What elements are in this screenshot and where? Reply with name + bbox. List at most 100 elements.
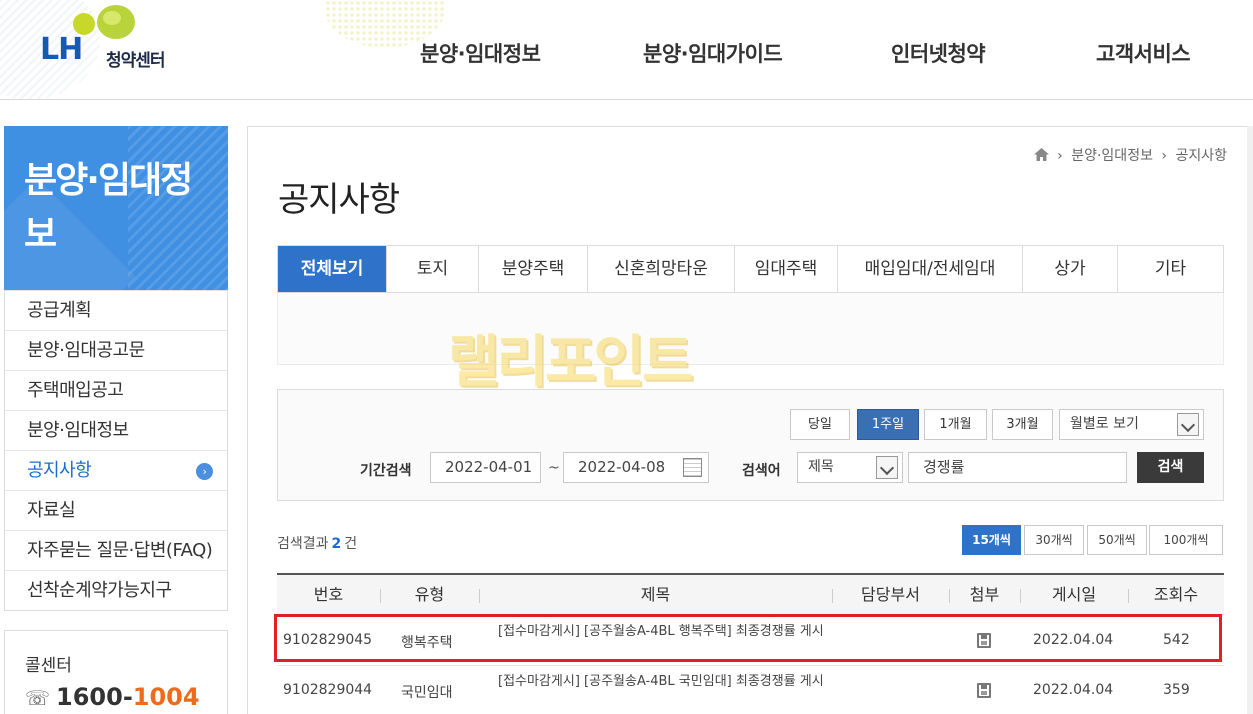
breadcrumb-item[interactable]: 분양·임대정보	[1071, 148, 1153, 164]
sidebar-item-label: 주택매입공고	[27, 380, 124, 401]
period-3month-button[interactable]: 3개월	[992, 409, 1053, 440]
main-content: › 분양·임대정보 › 공지사항 공지사항 전체보기 토지 분양주택 신혼희망타…	[247, 126, 1253, 714]
tab-commercial[interactable]: 상가	[1023, 246, 1118, 292]
chevron-down-icon	[1177, 413, 1199, 436]
tab-land[interactable]: 토지	[387, 246, 479, 292]
row-type: 행복주택	[401, 635, 453, 651]
row-date: 2022.04.04	[1033, 682, 1114, 698]
per-page-30-button[interactable]: 30개씩	[1024, 525, 1084, 555]
result-label: 검색결과	[277, 536, 329, 552]
row-no: 9102829044	[283, 682, 373, 698]
sidebar-item-label: 공급계획	[27, 300, 92, 321]
watermark-text: 랠리포인트	[448, 330, 694, 395]
sidebar-item-label: 선착순계약가능지구	[27, 580, 172, 601]
sidebar-item-first-come[interactable]: 선착순계약가능지구	[5, 570, 227, 610]
row-views: 359	[1163, 682, 1190, 698]
nav-customer-service[interactable]: 고객서비스	[1096, 38, 1191, 68]
period-1month-button[interactable]: 1개월	[924, 409, 987, 440]
nav-internet-subscription[interactable]: 인터넷청약	[891, 38, 986, 68]
calendar-icon[interactable]	[683, 458, 702, 477]
table-row[interactable]: 9102829045 행복주택 [접수마감게시] [공주월송A-4BL 행복주택…	[277, 616, 1224, 666]
tab-panel	[277, 293, 1224, 365]
row-title-link[interactable]: [접수마감게시] [공주월송A-4BL 행복주택] 최종경쟁률 게시	[498, 624, 828, 640]
tab-all[interactable]: 전체보기	[278, 246, 387, 292]
col-date: 게시일	[1051, 585, 1097, 604]
sidebar-item-faq[interactable]: 자주묻는 질문·답변(FAQ)	[5, 530, 227, 570]
col-type: 유형	[414, 585, 445, 604]
sidebar-item-notices[interactable]: 공지사항 ›	[5, 450, 227, 490]
date-separator: ~	[548, 460, 560, 476]
breadcrumb-sep: ›	[1057, 148, 1063, 164]
sidebar-title: 분양·임대정보	[24, 160, 193, 255]
per-page-100-button[interactable]: 100개씩	[1149, 525, 1223, 555]
call-center-title: 콜센터	[25, 656, 72, 676]
row-no: 9102829045	[283, 632, 373, 648]
logo-lh-text: LH	[40, 32, 83, 67]
site-header: LH 청약센터 분양·임대정보 분양·임대가이드 인터넷청약 고객서비스	[0, 0, 1253, 100]
sidebar-item-label: 분양·임대정보	[27, 420, 129, 441]
sidebar-item-library[interactable]: 자료실	[5, 490, 227, 530]
period-1week-button[interactable]: 1주일	[857, 409, 919, 440]
period-today-button[interactable]: 당일	[790, 409, 850, 440]
month-view-select[interactable]: 월별로 보기	[1059, 409, 1204, 440]
col-attach: 첨부	[969, 585, 1000, 604]
per-page-15-button[interactable]: 15개씩	[962, 525, 1021, 555]
sidebar-menu: 공급계획 분양·임대공고문 주택매입공고 분양·임대정보 공지사항 › 자료실 자…	[4, 290, 228, 611]
call-center-box: 콜센터 ☏ 1600-1004	[4, 630, 228, 714]
search-button[interactable]: 검색	[1137, 452, 1204, 483]
sidebar-item-label: 공지사항	[27, 460, 92, 481]
tab-newlywed-town[interactable]: 신혼희망타운	[588, 246, 735, 292]
nav-sale-rent-guide[interactable]: 분양·임대가이드	[643, 38, 783, 68]
sidebar-item-label: 분양·임대공고문	[27, 340, 145, 361]
keyword-input[interactable]: 경쟁률	[908, 452, 1127, 483]
call-number-prefix: 1600-	[56, 683, 133, 711]
phone-icon: ☏	[25, 686, 51, 710]
keyword-label: 검색어	[742, 463, 781, 479]
sidebar-item-label: 자료실	[27, 500, 76, 521]
chevron-down-icon	[876, 456, 898, 479]
home-icon[interactable]	[1033, 148, 1049, 161]
table-row[interactable]: 9102829044 국민임대 [접수마감게시] [공주월송A-4BL 국민임대…	[277, 666, 1224, 714]
file-attachment-icon[interactable]	[977, 683, 991, 698]
page-edge	[1247, 126, 1253, 714]
sidebar-item-announcements[interactable]: 분양·임대공고문	[5, 330, 227, 370]
site-logo[interactable]: LH 청약센터	[40, 2, 190, 72]
keyword-type-value: 제목	[808, 459, 834, 475]
col-views: 조회수	[1153, 585, 1199, 604]
tab-rental-house[interactable]: 임대주택	[735, 246, 838, 292]
result-number: 2	[331, 536, 342, 552]
sidebar-item-sale-rent-info[interactable]: 분양·임대정보	[5, 410, 227, 450]
breadcrumb-current: 공지사항	[1175, 148, 1227, 164]
col-no: 번호	[313, 585, 344, 604]
keyword-type-select[interactable]: 제목	[797, 452, 903, 483]
row-date: 2022.04.04	[1033, 632, 1114, 648]
page-title: 공지사항	[278, 180, 400, 220]
row-type: 국민임대	[401, 685, 453, 701]
category-tabs: 전체보기 토지 분양주택 신혼희망타운 임대주택 매입임대/전세임대 상가 기타	[277, 245, 1224, 293]
tab-etc[interactable]: 기타	[1118, 246, 1223, 292]
table-header: 번호 유형 제목 담당부서 첨부 게시일 조회수	[277, 573, 1224, 615]
search-box: 당일 1주일 1개월 3개월 월별로 보기 기간검색 2022-04-01 ~ …	[277, 389, 1224, 501]
sidebar-item-label: 자주묻는 질문·답변(FAQ)	[27, 540, 213, 561]
logo-subtitle: 청약센터	[106, 51, 166, 71]
period-search-label: 기간검색	[360, 463, 412, 479]
col-dept: 담당부서	[861, 585, 920, 604]
chevron-right-icon: ›	[196, 463, 213, 480]
tab-sale-house[interactable]: 분양주택	[479, 246, 588, 292]
call-number-suffix: 1004	[132, 683, 200, 711]
sidebar-item-house-purchase[interactable]: 주택매입공고	[5, 370, 227, 410]
tab-purchase-rental[interactable]: 매입임대/전세임대	[838, 246, 1023, 292]
file-attachment-icon[interactable]	[977, 633, 991, 648]
sidebar-banner: 분양·임대정보	[4, 126, 228, 290]
nav-sale-rent-info[interactable]: 분양·임대정보	[420, 38, 541, 68]
breadcrumb: › 분양·임대정보 › 공지사항	[1033, 145, 1227, 165]
date-to-value: 2022-04-08	[578, 458, 666, 476]
breadcrumb-sep: ›	[1161, 148, 1168, 164]
col-title: 제목	[640, 585, 671, 604]
per-page-50-button[interactable]: 50개씩	[1087, 525, 1147, 555]
month-select-value: 월별로 보기	[1070, 416, 1139, 432]
date-from-input[interactable]: 2022-04-01	[430, 452, 541, 483]
sidebar-item-supply-plan[interactable]: 공급계획	[5, 290, 227, 330]
date-to-input[interactable]: 2022-04-08	[563, 452, 709, 483]
row-title-link[interactable]: [접수마감게시] [공주월송A-4BL 국민임대] 최종경쟁률 게시	[498, 674, 828, 690]
